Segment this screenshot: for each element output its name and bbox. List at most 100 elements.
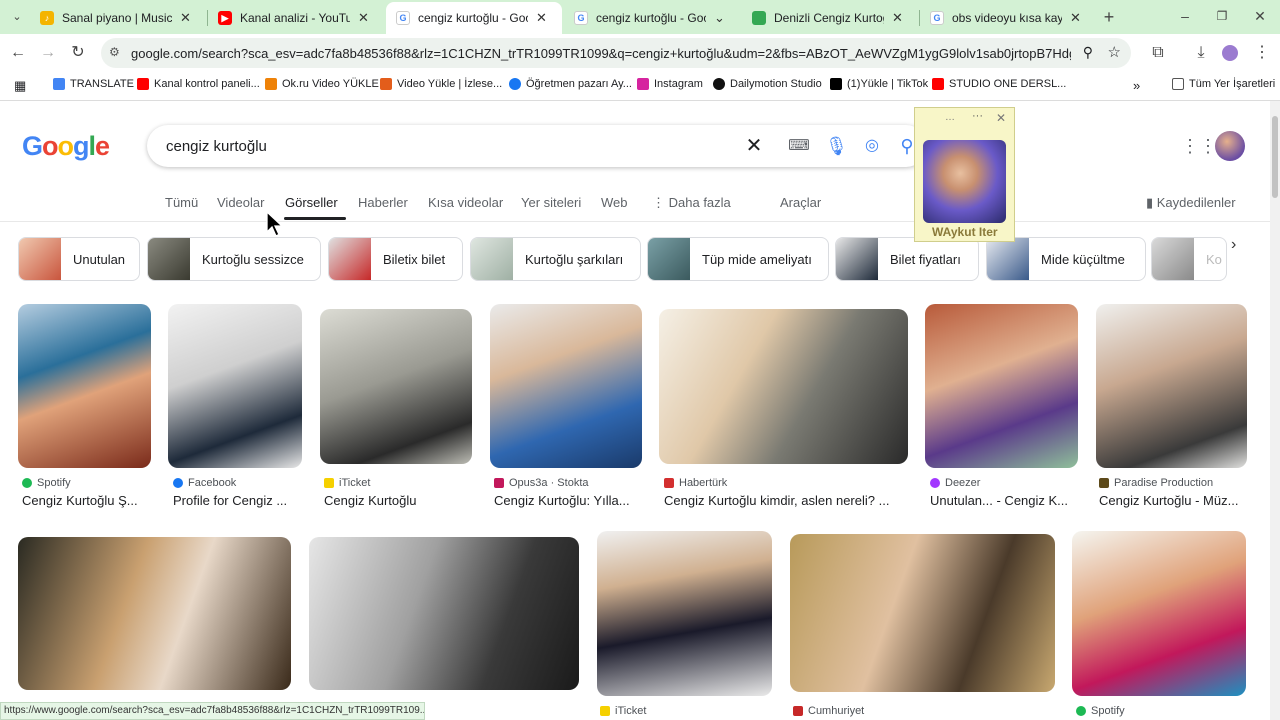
extensions-icon[interactable]: ⧉: [1148, 43, 1168, 63]
search-box[interactable]: cengiz kurtoğlu ✕ ⌨ 🎙 ◎ ⚲: [147, 125, 927, 167]
tab-tools[interactable]: Araçlar: [780, 195, 821, 210]
bookmark-kanal[interactable]: Kanal kontrol paneli...: [137, 78, 260, 90]
image-result[interactable]: [18, 537, 291, 690]
chip-bilet-fiyatlari[interactable]: Bilet fiyatları: [835, 237, 979, 281]
maximize-button[interactable]: ❐: [1212, 6, 1232, 26]
result-caption[interactable]: Unutulan... - Cengiz K...: [930, 493, 1078, 508]
back-button[interactable]: ←: [8, 43, 28, 63]
image-result[interactable]: [925, 304, 1078, 468]
tab-obs[interactable]: G obs videoyu kısa kaydediy ✕: [920, 4, 1096, 32]
tab-musicca[interactable]: ♪ Sanal piyano | Musicca ✕: [30, 4, 206, 32]
result-source[interactable]: Opus3a · Stokta: [494, 477, 589, 489]
chip-mide-kucultme[interactable]: Mide küçültme: [986, 237, 1146, 281]
chevron-right-icon[interactable]: ›: [1231, 236, 1236, 254]
image-result[interactable]: [309, 537, 579, 690]
chip-unutulan[interactable]: Unutulan: [18, 237, 140, 281]
account-avatar[interactable]: [1215, 131, 1245, 161]
tab-denizli[interactable]: Denizli Cengiz Kurtoğlu Ye ✕: [742, 4, 918, 32]
google-logo[interactable]: Google: [22, 131, 110, 162]
reload-button[interactable]: ↻: [68, 43, 88, 63]
profile-avatar[interactable]: [1222, 45, 1238, 61]
clear-icon[interactable]: ✕: [743, 135, 765, 157]
scrollbar-thumb[interactable]: [1272, 116, 1278, 198]
address-bar[interactable]: ⚙ google.com/search?sca_esv=adc7fa8b4853…: [101, 38, 1131, 68]
bookmark-ogretmen[interactable]: Öğretmen pazarı Ay...: [509, 78, 632, 90]
apps-grid-icon[interactable]: ▦: [14, 78, 26, 94]
chip-partial[interactable]: Ko: [1151, 237, 1227, 281]
close-icon[interactable]: ✕: [892, 10, 903, 26]
tab-web[interactable]: Web: [601, 195, 628, 210]
download-icon[interactable]: ⤓: [1191, 43, 1211, 63]
image-result[interactable]: [790, 534, 1055, 692]
close-icon[interactable]: ✕: [358, 10, 369, 26]
bookmark-translate[interactable]: TRANSLATE: [53, 78, 134, 90]
result-source[interactable]: Deezer: [930, 477, 980, 489]
webcam-overlay[interactable]: … ··· ✕ WAykut Iter: [914, 107, 1015, 242]
minimize-button[interactable]: –: [1175, 6, 1195, 26]
tab-news[interactable]: Haberler: [358, 195, 408, 210]
chip-tup-mide[interactable]: Tüp mide ameliyatı: [647, 237, 829, 281]
image-result[interactable]: [168, 304, 302, 468]
keyboard-icon[interactable]: ⌨: [788, 135, 810, 157]
chip-biletix[interactable]: Biletix bilet: [328, 237, 463, 281]
image-result[interactable]: [1072, 531, 1246, 696]
tab-more[interactable]: ⋮ Daha fazla: [652, 195, 731, 211]
tab-all[interactable]: Tümü: [165, 195, 198, 210]
new-tab-button[interactable]: +: [1099, 7, 1119, 27]
tab-search-icon[interactable]: ⌄: [7, 7, 27, 27]
zoom-search-icon[interactable]: ⚲: [1083, 44, 1093, 61]
result-source[interactable]: Facebook: [173, 477, 236, 489]
result-source[interactable]: Habertürk: [664, 477, 727, 489]
menu-kebab-icon[interactable]: ⋮: [1252, 43, 1272, 63]
result-caption[interactable]: Cengiz Kurtoğlu - Müz...: [1099, 493, 1249, 508]
close-icon[interactable]: ✕: [180, 10, 191, 26]
chip-sarkilari[interactable]: Kurtoğlu şarkıları: [470, 237, 641, 281]
overlay-menu-icon[interactable]: ···: [972, 110, 983, 122]
bookmark-dailymotion[interactable]: Dailymotion Studio: [713, 78, 822, 90]
tab-videos[interactable]: Videolar: [217, 195, 264, 210]
tab-youtube-studio[interactable]: ▶ Kanal analizi - YouTube Stu ✕: [208, 4, 384, 32]
site-info-icon[interactable]: ⚙: [109, 45, 123, 59]
tab-google-active[interactable]: G cengiz kurtoğlu - Google'd ✕: [386, 2, 562, 34]
bookmark-okru[interactable]: Ok.ru Video YÜKLE: [265, 78, 379, 90]
tab-google-2[interactable]: G cengiz kurtoğlu - Google'd ⌄: [564, 4, 742, 32]
bookmark-star-icon[interactable]: ☆: [1108, 43, 1121, 61]
bookmark-instagram[interactable]: Instagram: [637, 78, 703, 90]
window-close-button[interactable]: ✕: [1250, 6, 1270, 26]
more-bookmarks-icon[interactable]: »: [1133, 78, 1140, 93]
all-bookmarks-folder[interactable]: Tüm Yer İşaretleri: [1172, 78, 1275, 90]
image-result[interactable]: [320, 309, 472, 464]
close-icon[interactable]: ✕: [996, 111, 1006, 125]
bookmark-studio-one[interactable]: STUDIO ONE DERSL...: [932, 78, 1066, 90]
result-caption[interactable]: Cengiz Kurtoğlu Ş...: [22, 493, 152, 508]
result-source[interactable]: iTicket: [324, 477, 370, 489]
result-source[interactable]: Cumhuriyet: [793, 705, 864, 717]
microphone-icon[interactable]: 🎙: [825, 135, 848, 157]
result-caption[interactable]: Cengiz Kurtoğlu kimdir, aslen nereli? ..…: [664, 493, 908, 508]
close-icon[interactable]: ✕: [536, 10, 547, 26]
chip-sessizce[interactable]: Kurtoğlu sessizce: [147, 237, 321, 281]
result-source[interactable]: Spotify: [22, 477, 71, 489]
close-icon[interactable]: ✕: [1070, 10, 1081, 26]
image-result[interactable]: [597, 531, 772, 696]
forward-button[interactable]: →: [38, 43, 58, 63]
result-caption[interactable]: Cengiz Kurtoğlu: [324, 493, 472, 508]
result-caption[interactable]: Cengiz Kurtoğlu: Yılla...: [494, 493, 642, 508]
image-result[interactable]: [1096, 304, 1247, 468]
image-result[interactable]: [659, 309, 908, 464]
result-source[interactable]: Paradise Production: [1099, 477, 1213, 489]
bookmark-tiktok[interactable]: (1)Yükle | TikTok: [830, 78, 928, 90]
dropdown-icon[interactable]: ⌄: [714, 10, 725, 26]
tab-places[interactable]: Yer siteleri: [521, 195, 581, 210]
bookmark-video-yukle[interactable]: Video Yükle | İzlese...: [380, 78, 502, 90]
result-source[interactable]: Spotify: [1076, 705, 1125, 717]
tab-short-videos[interactable]: Kısa videolar: [428, 195, 503, 210]
image-result[interactable]: [490, 304, 642, 468]
tab-images[interactable]: Görseller: [285, 195, 338, 210]
result-caption[interactable]: Profile for Cengiz ...: [173, 493, 303, 508]
saved-link[interactable]: ▮ Kaydedilenler: [1146, 195, 1236, 211]
search-input[interactable]: cengiz kurtoğlu: [166, 138, 267, 155]
lens-icon[interactable]: ◎: [861, 135, 883, 157]
image-result[interactable]: [18, 304, 151, 468]
result-source[interactable]: iTicket: [600, 705, 646, 717]
